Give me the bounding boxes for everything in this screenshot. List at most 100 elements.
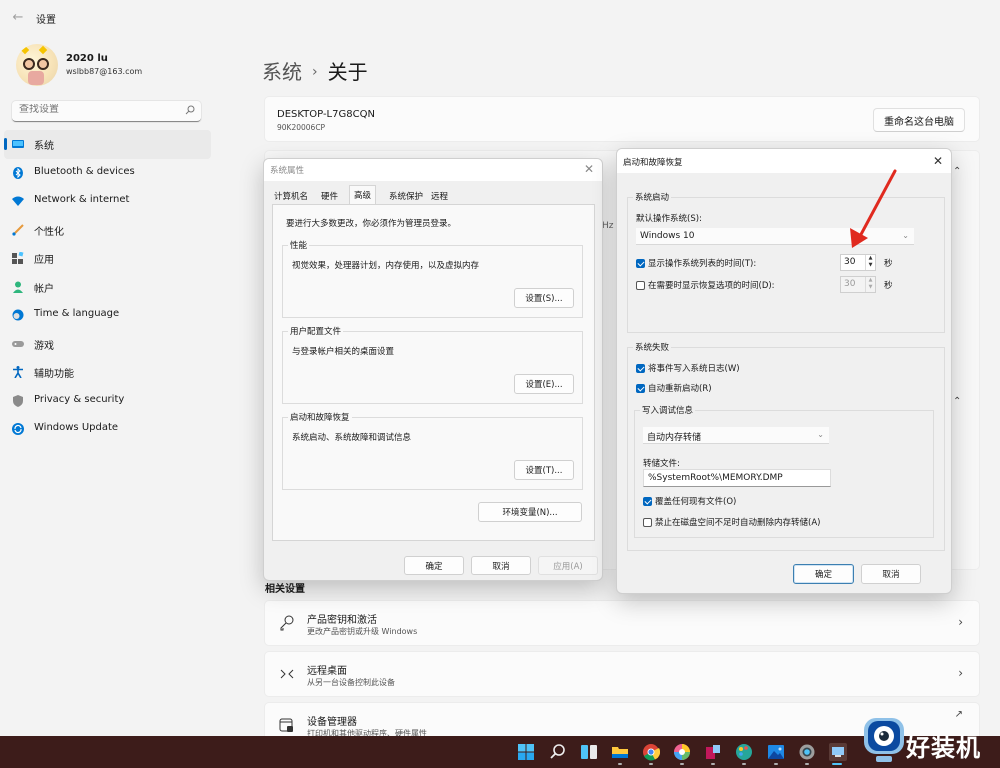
spinner-value: 30 bbox=[844, 257, 856, 267]
sidebar-item-windows-update[interactable]: Windows Update bbox=[4, 415, 211, 444]
startup-recovery-group: 启动和故障恢复 系统启动、系统故障和调试信息 设置(T)... bbox=[282, 411, 583, 490]
show-os-list-label: 显示操作系统列表的时间(T): bbox=[648, 259, 757, 269]
user-email: wslbb87@163.com bbox=[66, 67, 143, 76]
chevron-down-icon: ⌄ bbox=[817, 430, 824, 439]
group-description: 与登录帐户相关的桌面设置 bbox=[292, 347, 395, 357]
group-legend: 系统失败 bbox=[633, 341, 672, 353]
sidebar-item-label: 帐户 bbox=[34, 283, 54, 295]
brush-icon bbox=[12, 223, 24, 236]
sidebar-item-label: Time & language bbox=[34, 308, 120, 319]
remote-desktop-link[interactable]: 远程桌面 从另一台设备控制此设备 › bbox=[264, 651, 980, 697]
link-subtitle: 更改产品密钥或升级 Windows bbox=[307, 627, 418, 636]
system-properties-icon[interactable] bbox=[829, 743, 847, 761]
bluetooth-icon bbox=[13, 166, 23, 179]
dump-type-select[interactable]: 自动内存转储 ⌄ bbox=[643, 427, 829, 444]
show-recovery-checkbox[interactable] bbox=[636, 281, 645, 290]
user-profiles-settings-button[interactable]: 设置(E)... bbox=[514, 374, 574, 394]
write-event-label: 将事件写入系统日志(W) bbox=[648, 364, 740, 374]
close-icon[interactable]: ✕ bbox=[933, 154, 943, 168]
dump-file-input[interactable]: %SystemRoot%\MEMORY.DMP bbox=[643, 469, 831, 487]
paint-icon[interactable] bbox=[735, 743, 753, 761]
product-key-link[interactable]: 产品密钥和激活 更改产品密钥或升级 Windows › bbox=[264, 600, 980, 646]
group-legend: 性能 bbox=[288, 239, 310, 251]
color-app-icon[interactable] bbox=[673, 743, 691, 761]
sidebar-item-label: Bluetooth & devices bbox=[34, 165, 135, 177]
apply-button[interactable]: 应用(A) bbox=[538, 556, 598, 575]
apps-icon bbox=[12, 252, 24, 264]
environment-variables-button[interactable]: 环境变量(N)... bbox=[478, 502, 582, 522]
taskbar bbox=[0, 736, 1000, 768]
app-red-icon[interactable] bbox=[704, 743, 722, 761]
group-legend: 写入调试信息 bbox=[640, 404, 696, 416]
settings-icon[interactable] bbox=[798, 743, 816, 761]
background-text: Hz bbox=[602, 221, 614, 231]
disable-auto-delete-checkbox[interactable] bbox=[643, 518, 652, 527]
tab-remote[interactable]: 远程 bbox=[427, 187, 452, 204]
sidebar-item-gaming[interactable]: 游戏 bbox=[4, 330, 211, 359]
photos-icon[interactable] bbox=[767, 743, 785, 761]
watermark: 好装机 bbox=[862, 716, 1000, 768]
search-input[interactable] bbox=[19, 104, 179, 115]
chevron-up-icon[interactable]: ⌃ bbox=[953, 166, 961, 177]
performance-settings-button[interactable]: 设置(S)... bbox=[514, 288, 574, 308]
spinner-arrows-icon[interactable]: ▲ ▼ bbox=[865, 277, 875, 292]
tab-hardware[interactable]: 硬件 bbox=[317, 187, 342, 204]
avatar-decor bbox=[28, 71, 44, 85]
advanced-tab-panel: 要进行大多数更改，你必须作为管理员登录。 性能 视觉效果，处理器计划，内存使用，… bbox=[272, 204, 595, 541]
show-os-list-spinner[interactable]: 30 ▲ ▼ bbox=[840, 254, 876, 271]
system-startup-group: 系统启动 默认操作系统(S): Windows 10 ⌄ 显示操作系统列表的时间… bbox=[627, 191, 945, 333]
device-manager-icon bbox=[279, 718, 293, 732]
sidebar-item-label: 系统 bbox=[34, 141, 54, 152]
chrome-icon[interactable] bbox=[642, 743, 660, 761]
breadcrumb: 系统 › 关于 bbox=[262, 56, 368, 85]
sidebar-item-privacy[interactable]: Privacy & security bbox=[4, 387, 211, 416]
start-icon[interactable] bbox=[517, 743, 535, 761]
back-arrow-icon[interactable]: ← bbox=[10, 10, 26, 26]
sidebar-item-accounts[interactable]: 帐户 bbox=[4, 273, 211, 302]
sidebar-item-personalization[interactable]: 个性化 bbox=[4, 216, 211, 245]
running-indicator bbox=[742, 763, 746, 765]
group-legend: 用户配置文件 bbox=[288, 325, 344, 337]
sidebar-item-label: 应用 bbox=[34, 255, 54, 266]
spinner-arrows-icon[interactable]: ▲ ▼ bbox=[865, 255, 875, 270]
ok-button[interactable]: 确定 bbox=[404, 556, 464, 575]
sidebar-item-system[interactable]: 系统 bbox=[4, 130, 211, 159]
overwrite-checkbox[interactable] bbox=[643, 497, 652, 506]
sidebar-item-apps[interactable]: 应用 bbox=[4, 244, 211, 273]
link-title: 产品密钥和激活 bbox=[307, 615, 377, 626]
dump-file-label: 转储文件: bbox=[643, 459, 680, 469]
dialog-title: 系统属性 bbox=[270, 166, 305, 176]
ok-button[interactable]: 确定 bbox=[793, 564, 854, 584]
sidebar-item-time-language[interactable]: Time & language bbox=[4, 301, 211, 330]
sidebar-item-network[interactable]: Network & internet bbox=[4, 187, 211, 216]
sidebar-item-label: 辅助功能 bbox=[34, 369, 74, 380]
default-os-select[interactable]: Windows 10 ⌄ bbox=[636, 228, 914, 245]
sidebar-item-accessibility[interactable]: 辅助功能 bbox=[4, 358, 211, 387]
cancel-button[interactable]: 取消 bbox=[471, 556, 531, 575]
tab-computer-name[interactable]: 计算机名 bbox=[270, 187, 312, 204]
auto-restart-checkbox[interactable] bbox=[636, 384, 645, 393]
tab-advanced[interactable]: 高级 bbox=[349, 185, 377, 205]
cancel-button[interactable]: 取消 bbox=[861, 564, 921, 584]
search-box[interactable] bbox=[12, 101, 201, 122]
startup-recovery-settings-button[interactable]: 设置(T)... bbox=[514, 460, 574, 480]
dialog-titlebar[interactable]: 启动和故障恢复 ✕ bbox=[617, 149, 951, 173]
file-explorer-icon[interactable] bbox=[611, 743, 629, 761]
running-indicator bbox=[774, 763, 778, 765]
dump-type-value: 自动内存转储 bbox=[647, 433, 702, 443]
show-recovery-spinner[interactable]: 30 ▲ ▼ bbox=[840, 276, 876, 293]
rename-pc-button[interactable]: 重命名这台电脑 bbox=[873, 108, 965, 132]
dialog-titlebar[interactable]: 系统属性 ✕ bbox=[264, 159, 602, 181]
sidebar-item-bluetooth[interactable]: Bluetooth & devices bbox=[4, 159, 211, 188]
tab-system-protection[interactable]: 系统保护 bbox=[385, 187, 427, 204]
breadcrumb-current: 关于 bbox=[327, 60, 368, 84]
close-icon[interactable]: ✕ bbox=[584, 162, 594, 176]
chevron-up-icon[interactable]: ⌃ bbox=[953, 396, 961, 407]
device-model: 90K20006CP bbox=[277, 123, 326, 132]
breadcrumb-parent[interactable]: 系统 bbox=[262, 60, 302, 84]
widgets-icon[interactable] bbox=[580, 743, 598, 761]
write-event-checkbox[interactable] bbox=[636, 364, 645, 373]
search-icon[interactable] bbox=[549, 743, 567, 761]
admin-note: 要进行大多数更改，你必须作为管理员登录。 bbox=[286, 219, 457, 229]
show-os-list-checkbox[interactable] bbox=[636, 259, 645, 268]
